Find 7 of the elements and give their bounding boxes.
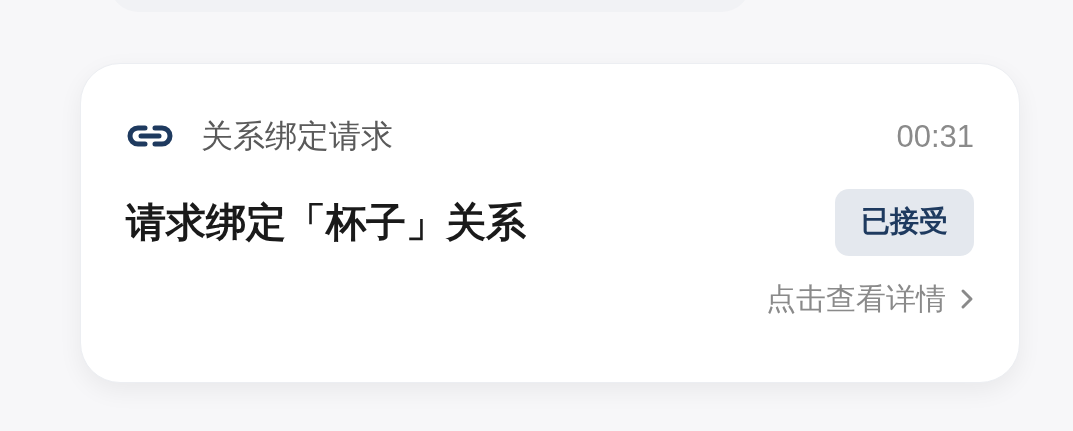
status-badge: 已接受 xyxy=(835,188,974,256)
request-category: 关系绑定请求 xyxy=(201,120,393,152)
chevron-right-icon xyxy=(960,288,974,310)
request-title: 请求绑定「杯子」关系 xyxy=(126,202,526,242)
request-time: 00:31 xyxy=(896,120,974,152)
request-card[interactable]: 关系绑定请求 00:31 请求绑定「杯子」关系 已接受 点击查看详情 xyxy=(80,63,1020,383)
link-icon xyxy=(126,124,174,148)
